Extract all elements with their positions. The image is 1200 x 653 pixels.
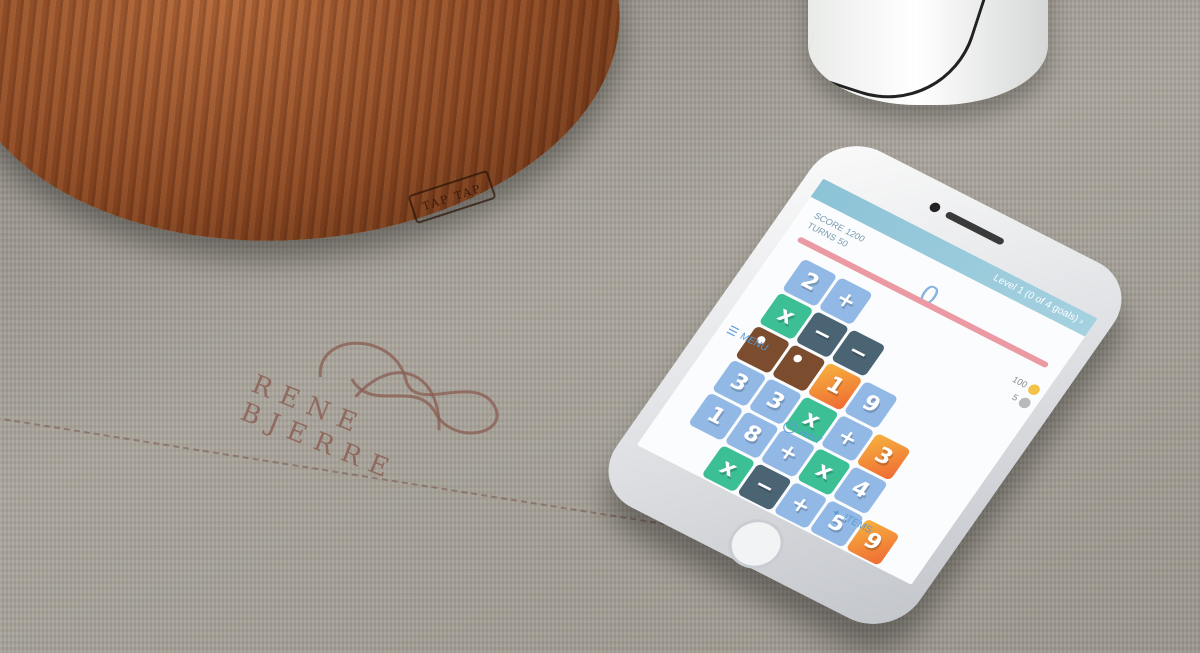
wooden-cutting-board [0, 0, 634, 263]
blocker-dot-icon [791, 353, 804, 364]
level-text: Level 1 (0 of 4 goals) [990, 272, 1081, 325]
embroidered-monogram: RENE BJERRE [227, 280, 573, 559]
chevron-right-icon: › [1076, 316, 1086, 328]
silver-coin-icon [1016, 396, 1033, 411]
smartphone: Level 1 (0 of 4 goals) › SCORE1200 TURNS… [588, 129, 1142, 641]
turns-value: 50 [835, 235, 851, 249]
game-screen: Level 1 (0 of 4 goals) › SCORE1200 TURNS… [636, 178, 1098, 585]
front-camera-icon [927, 200, 943, 214]
ceramic-mug [808, 0, 1048, 105]
phone-scene: Level 1 (0 of 4 goals) › SCORE1200 TURNS… [588, 129, 1142, 641]
home-button[interactable] [717, 510, 795, 578]
level-label[interactable]: Level 1 (0 of 4 goals) › [991, 273, 1086, 327]
earpiece-speaker [944, 210, 1006, 246]
coins-value: 100 [1010, 374, 1030, 390]
